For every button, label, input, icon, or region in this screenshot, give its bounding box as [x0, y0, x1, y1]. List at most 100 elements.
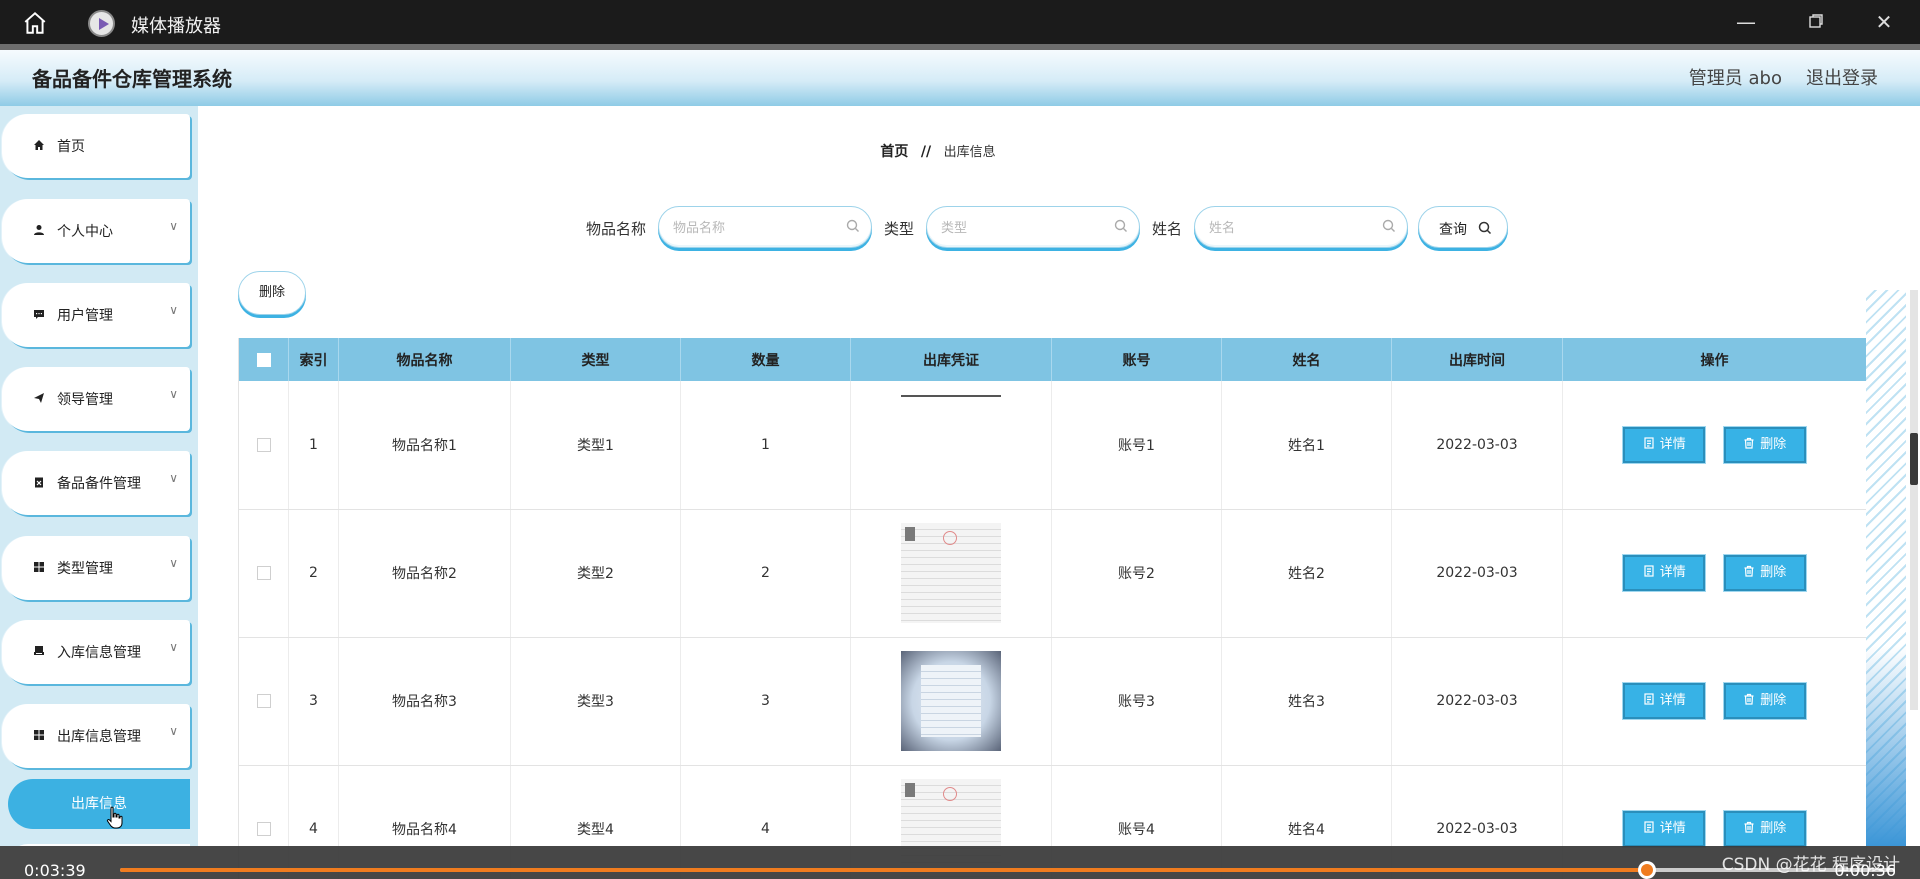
row-checkbox[interactable] — [256, 437, 271, 452]
sidebar-item-label: 首页 — [57, 139, 85, 155]
detail-button-label: 详情 — [1659, 436, 1686, 452]
logout-link[interactable]: 退出登录 — [1806, 64, 1878, 90]
column-header-name: 姓名 — [1221, 338, 1392, 381]
grid-icon — [32, 729, 46, 743]
cell-time: 2022-03-03 — [1391, 509, 1563, 638]
outbound-table: 索引 物品名称 类型 数量 出库凭证 账号 姓名 出库时间 操作 1 物品名称1… — [238, 338, 1867, 879]
scrollbar-thumb[interactable] — [1910, 433, 1918, 485]
delete-button-label: 删除 — [1760, 693, 1787, 708]
type-search-field[interactable] — [926, 206, 1140, 248]
grid-icon — [32, 561, 46, 575]
sidebar-item-home[interactable]: 首页 — [2, 114, 190, 178]
search-icon — [1382, 219, 1395, 232]
document-icon — [1644, 565, 1654, 577]
player-progress-area: 0:03:39 0:00:36 — [0, 846, 1920, 879]
voucher-image[interactable] — [901, 394, 1001, 495]
detail-button[interactable]: 详情 — [1622, 810, 1707, 848]
table-body: 1 物品名称1 类型1 1 账号1 姓名1 2022-03-03 详情 删除 2… — [238, 381, 1867, 879]
close-icon[interactable]: ✕ — [1872, 10, 1896, 34]
sidebar-item-label: 入库信息管理 — [57, 645, 141, 661]
cell-quantity: 3 — [680, 637, 851, 766]
home-icon[interactable] — [22, 10, 48, 36]
type-input[interactable] — [941, 218, 1106, 238]
table-header-row: 索引 物品名称 类型 数量 出库凭证 账号 姓名 出库时间 操作 — [238, 338, 1867, 381]
detail-button[interactable]: 详情 — [1622, 554, 1707, 592]
row-select-cell[interactable] — [238, 381, 289, 510]
progress-track[interactable] — [120, 861, 1895, 879]
scrollbar-track[interactable] — [1910, 290, 1918, 710]
sidebar-item-type-management[interactable]: 类型管理 ∨ — [2, 536, 190, 600]
progress-knob[interactable] — [1637, 861, 1656, 879]
batch-delete-button[interactable]: 删除 — [238, 271, 306, 315]
name-label: 姓名 — [1152, 220, 1183, 238]
minimize-icon[interactable]: — — [1734, 10, 1758, 34]
main-content: 首页 // 出库信息 物品名称 类型 姓名 查询 删除 索引 物品名称 类 — [198, 106, 1920, 879]
cell-actions: 详情 删除 — [1562, 637, 1867, 766]
app-title: 备品备件仓库管理系统 — [32, 67, 232, 91]
player-title: 媒体播放器 — [131, 16, 221, 37]
cell-name: 姓名2 — [1221, 509, 1392, 638]
media-player-titlebar: 媒体播放器 — ✕ — [0, 0, 1920, 44]
chevron-down-icon: ∨ — [169, 640, 178, 654]
elapsed-time: 0:03:39 — [24, 861, 86, 879]
detail-button[interactable]: 详情 — [1622, 425, 1707, 464]
delete-button[interactable]: 删除 — [1722, 554, 1807, 592]
query-button[interactable]: 查询 — [1418, 206, 1508, 248]
sidebar-item-label: 类型管理 — [57, 561, 113, 577]
sidebar-item-outbound-management[interactable]: 出库信息管理 ∨ — [2, 704, 190, 768]
row-checkbox[interactable] — [256, 694, 271, 708]
sidebar-item-leader-management[interactable]: 领导管理 ∨ — [2, 367, 190, 431]
sidebar-item-user-management[interactable]: 用户管理 ∨ — [2, 283, 190, 347]
name-input[interactable] — [1209, 218, 1374, 238]
column-header-quantity: 数量 — [680, 338, 851, 381]
delete-button[interactable]: 删除 — [1722, 425, 1807, 464]
search-icon — [846, 219, 859, 232]
voucher-image[interactable] — [901, 523, 1001, 623]
cell-index: 3 — [288, 637, 339, 766]
row-checkbox[interactable] — [256, 822, 271, 836]
column-header-index: 索引 — [288, 338, 339, 381]
cell-account: 账号1 — [1051, 381, 1222, 510]
select-all-header[interactable] — [238, 338, 289, 381]
media-player-logo-icon — [88, 10, 115, 37]
detail-button-label: 详情 — [1659, 565, 1686, 580]
select-all-checkbox[interactable] — [256, 352, 271, 367]
breadcrumb-home[interactable]: 首页 — [880, 144, 908, 160]
breadcrumb-separator: // — [920, 144, 932, 160]
name-search-field[interactable] — [1194, 206, 1408, 248]
chevron-down-icon: ∨ — [169, 303, 178, 317]
item-name-input[interactable] — [673, 218, 838, 238]
row-select-cell[interactable] — [238, 509, 289, 638]
progress-fill — [120, 868, 1647, 872]
cell-quantity: 2 — [680, 509, 851, 638]
detail-button[interactable]: 详情 — [1622, 682, 1707, 720]
column-header-type: 类型 — [510, 338, 681, 381]
sidebar-item-personal-center[interactable]: 个人中心 ∨ — [2, 199, 190, 263]
restore-icon[interactable] — [1804, 10, 1828, 34]
sidebar-item-spare-parts-management[interactable]: 备品备件管理 ∨ — [2, 451, 190, 515]
row-checkbox[interactable] — [256, 566, 271, 580]
delete-button[interactable]: 删除 — [1722, 682, 1807, 720]
cell-type: 类型1 — [510, 381, 681, 510]
item-name-label: 物品名称 — [586, 220, 647, 238]
cell-index: 1 — [288, 381, 339, 510]
breadcrumb: 首页 // 出库信息 — [198, 141, 1678, 161]
column-header-item-name: 物品名称 — [338, 338, 511, 381]
column-header-voucher: 出库凭证 — [850, 338, 1052, 381]
document-icon — [1644, 693, 1654, 705]
item-name-search-field[interactable] — [658, 206, 872, 248]
column-header-account: 账号 — [1051, 338, 1222, 381]
chevron-down-icon: ∨ — [169, 556, 178, 570]
sidebar-subitem-outbound-info[interactable]: 出库信息 — [8, 779, 190, 829]
cell-account: 账号3 — [1051, 637, 1222, 766]
voucher-image[interactable] — [901, 651, 1001, 751]
cell-voucher — [850, 637, 1052, 766]
delete-button[interactable]: 删除 — [1722, 810, 1807, 848]
sidebar-item-inbound-management[interactable]: 入库信息管理 ∨ — [2, 620, 190, 684]
sidebar-item-label: 领导管理 — [57, 392, 113, 408]
cell-name: 姓名3 — [1221, 637, 1392, 766]
row-select-cell[interactable] — [238, 637, 289, 766]
cell-item-name: 物品名称3 — [338, 637, 511, 766]
chevron-up-icon: ∨ — [169, 724, 178, 738]
table-row: 2 物品名称2 类型2 2 账号2 姓名2 2022-03-03 详情 删除 — [238, 509, 1867, 638]
